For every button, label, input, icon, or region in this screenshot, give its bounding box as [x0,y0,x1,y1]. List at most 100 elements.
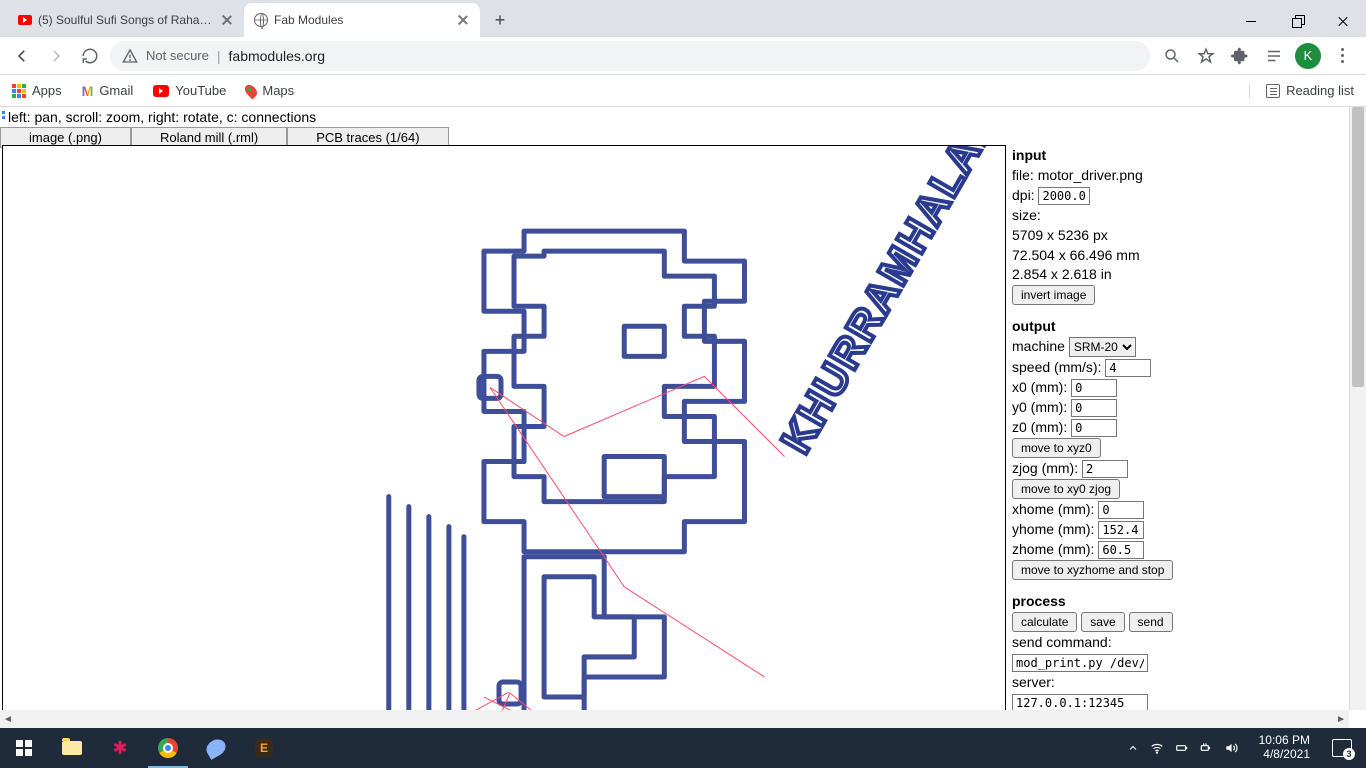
volume-icon[interactable] [1223,741,1239,755]
apps-bookmark[interactable]: Apps [12,83,62,98]
speed-input[interactable] [1105,359,1151,377]
profile-button[interactable]: K [1292,40,1324,72]
yhome-label: yhome (mm): [1012,521,1094,537]
wifi-icon[interactable] [1149,741,1165,755]
extensions-icon[interactable] [1224,40,1256,72]
size-px: 5709 x 5236 px [1012,226,1346,245]
pcb-toolpath-svg: KHURRAMHALAR [3,146,1005,727]
close-tab-icon[interactable] [220,13,234,27]
new-tab-button[interactable]: + [486,6,514,34]
bookmark-star-icon[interactable] [1190,40,1222,72]
maps-bookmark[interactable]: Maps [246,83,294,98]
browser-tab-youtube[interactable]: (5) Soulful Sufi Songs of Rahat F… [8,3,244,37]
machine-select[interactable]: SRM-20 [1069,337,1136,357]
x0-label: x0 (mm): [1012,379,1067,395]
tab-title: (5) Soulful Sufi Songs of Rahat F… [38,13,214,27]
bookmark-label: Apps [32,83,62,98]
size-mm: 72.504 x 66.496 mm [1012,246,1346,265]
reading-list-button[interactable]: Reading list [1249,83,1354,98]
y0-label: y0 (mm): [1012,399,1067,415]
calculate-button[interactable]: calculate [1012,612,1077,632]
canvas-viewport[interactable]: KHURRAMHALAR [2,145,1006,728]
scroll-left-arrow-icon[interactable]: ◄ [3,714,13,725]
chevron-up-icon[interactable] [1127,742,1139,754]
bookmark-label: YouTube [175,83,226,98]
send-cmd-input[interactable] [1012,654,1148,672]
paint-button[interactable] [192,728,240,768]
chrome-taskbar-button[interactable] [144,728,192,768]
power-icon[interactable] [1199,741,1213,755]
app-button[interactable]: ✱ [96,728,144,768]
scroll-right-arrow-icon[interactable]: ► [1336,714,1346,725]
send-button[interactable]: send [1129,612,1173,632]
close-tab-icon[interactable] [456,13,470,27]
battery-icon[interactable] [1175,741,1189,755]
file-label: file: [1012,167,1034,183]
move-xyzhome-button[interactable]: move to xyzhome and stop [1012,560,1173,580]
clock-time: 10:06 PM [1259,734,1310,748]
taskbar-right: 10:06 PM 4/8/2021 [1119,728,1366,768]
window-titlebar: (5) Soulful Sufi Songs of Rahat F… Fab M… [0,0,1366,37]
forward-button[interactable] [42,42,70,70]
window-controls [1228,5,1366,37]
action-center-button[interactable] [1332,739,1352,757]
move-xyz0-button[interactable]: move to xyz0 [1012,438,1101,458]
zhome-input[interactable] [1098,541,1144,559]
server-label: server: [1012,673,1346,692]
bookmark-label: Gmail [99,83,133,98]
maps-pin-icon [243,82,260,99]
y0-input[interactable] [1071,399,1117,417]
omnibox[interactable]: Not secure | fabmodules.org [110,41,1150,71]
folder-icon [62,741,82,755]
dpi-input[interactable] [1038,187,1090,205]
viewport-hint: left: pan, scroll: zoom, right: rotate, … [0,107,1366,127]
minimize-button[interactable] [1228,5,1274,37]
chrome-menu-button[interactable] [1326,40,1358,72]
horizontal-scrollbar[interactable]: ◄► [0,710,1349,728]
reading-list-toolbar-icon[interactable] [1258,40,1290,72]
start-button[interactable] [0,728,48,768]
search-icon[interactable] [1156,40,1188,72]
separator: | [217,48,221,64]
save-button[interactable]: save [1081,612,1124,632]
browser-tab-fabmodules[interactable]: Fab Modules [244,3,480,37]
close-window-button[interactable] [1320,5,1366,37]
gmail-icon: M [82,83,94,99]
system-tray[interactable] [1119,741,1247,755]
scroll-thumb[interactable] [1352,107,1364,387]
bookmark-label: Maps [262,83,294,98]
zhome-label: zhome (mm): [1012,541,1094,557]
move-xy0-zjog-button[interactable]: move to xy0 zjog [1012,479,1120,499]
process-header: process [1012,593,1066,609]
file-explorer-button[interactable] [48,728,96,768]
size-in: 2.854 x 2.618 in [1012,265,1346,284]
taskbar-clock[interactable]: 10:06 PM 4/8/2021 [1251,734,1318,762]
windows-taskbar: ✱ E 10:06 PM 4/8/2021 [0,728,1366,768]
reload-button[interactable] [76,42,104,70]
z0-input[interactable] [1071,419,1117,437]
yhome-input[interactable] [1098,521,1144,539]
youtube-favicon-icon [18,15,32,25]
page-content: left: pan, scroll: zoom, right: rotate, … [0,107,1366,728]
xhome-input[interactable] [1098,501,1144,519]
address-bar: Not secure | fabmodules.org K [0,37,1366,75]
dpi-label: dpi: [1012,187,1035,203]
x0-input[interactable] [1071,379,1117,397]
youtube-bookmark[interactable]: YouTube [153,83,226,98]
settings-panel: input file: motor_driver.png dpi: size: … [1012,145,1346,728]
url-text: fabmodules.org [229,48,326,64]
apps-grid-icon [12,84,26,98]
xhome-label: xhome (mm): [1012,501,1094,517]
zjog-input[interactable] [1082,460,1128,478]
eagle-button[interactable]: E [240,728,288,768]
maximize-button[interactable] [1274,5,1320,37]
toolbar-right: K [1156,40,1358,72]
gmail-bookmark[interactable]: M Gmail [82,83,134,99]
back-button[interactable] [8,42,36,70]
warning-icon [122,48,138,64]
invert-image-button[interactable]: invert image [1012,285,1095,305]
app-icon: ✱ [112,738,127,759]
vertical-scrollbar[interactable] [1349,107,1366,710]
taskbar-left: ✱ E [0,728,288,768]
file-value: motor_driver.png [1038,167,1143,183]
